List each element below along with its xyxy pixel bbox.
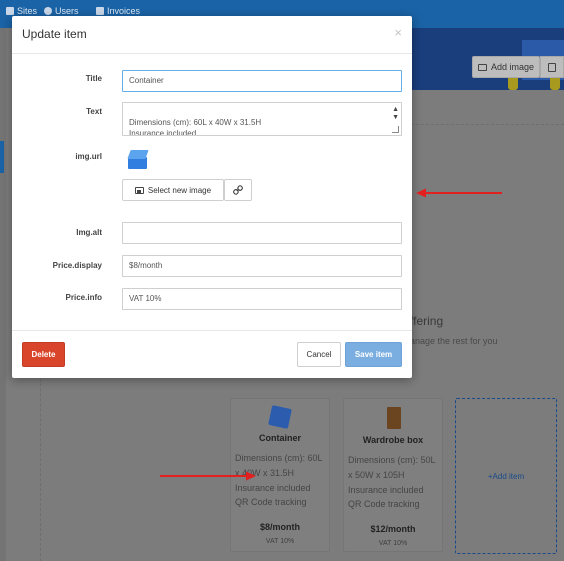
sidebar bbox=[0, 28, 6, 561]
price-info-label: Price.info bbox=[65, 293, 102, 302]
text-textarea[interactable]: Dimensions (cm): 60L x 40W x 31.5H Insur… bbox=[122, 102, 402, 136]
cube-icon bbox=[6, 7, 14, 15]
card-price-info: VAT 10% bbox=[265, 538, 295, 546]
image-icon bbox=[477, 63, 487, 71]
section-heading: ffering bbox=[410, 314, 444, 328]
container-image-preview bbox=[127, 150, 149, 170]
title-label: Title bbox=[85, 74, 102, 83]
close-icon[interactable]: × bbox=[394, 25, 402, 40]
add-item-button[interactable]: +Add item bbox=[455, 398, 557, 554]
text-label: Text bbox=[86, 107, 102, 116]
add-image-label: Add image bbox=[490, 62, 535, 72]
edit-icon bbox=[548, 62, 556, 72]
cancel-button[interactable]: Cancel bbox=[297, 342, 341, 367]
resize-handle-icon[interactable] bbox=[392, 126, 399, 133]
document-icon bbox=[96, 7, 104, 15]
sidebar-active-marker bbox=[0, 141, 4, 173]
link-button[interactable] bbox=[224, 179, 252, 201]
annotation-arrow-card-description bbox=[160, 471, 256, 481]
card-price: $12/month bbox=[370, 524, 416, 535]
nav-item-label: Sites bbox=[17, 6, 38, 16]
nav-item-invoices[interactable]: Invoices bbox=[96, 6, 140, 16]
select-new-image-button[interactable]: Select new image bbox=[122, 179, 224, 201]
section-subheading: anage the rest for you bbox=[410, 336, 498, 346]
nav-item-users[interactable]: Users bbox=[44, 6, 79, 16]
nav-item-sites[interactable]: Sites bbox=[6, 6, 37, 16]
price-display-input[interactable]: $8/month bbox=[122, 255, 402, 277]
modal-title: Update item bbox=[22, 27, 87, 41]
add-item-label: +Add item bbox=[487, 471, 525, 481]
price-info-input[interactable]: VAT 10% bbox=[122, 288, 402, 310]
save-item-button[interactable]: Save item bbox=[345, 342, 402, 367]
nav-item-label: Invoices bbox=[107, 6, 141, 16]
product-card-wardrobe[interactable]: Wardrobe box Dimensions (cm): 50L x 50W … bbox=[343, 398, 443, 552]
delete-button[interactable]: Delete bbox=[22, 342, 65, 367]
card-description: Dimensions (cm): 50L x 50W x 105H Insura… bbox=[348, 455, 436, 510]
update-item-modal: Update item × Title Container Text Dimen… bbox=[12, 16, 412, 378]
img-alt-input[interactable] bbox=[122, 222, 402, 244]
user-icon bbox=[44, 7, 52, 15]
modal-footer: Delete Cancel Save item bbox=[12, 330, 412, 378]
title-input[interactable]: Container bbox=[122, 70, 402, 92]
price-display-label: Price.display bbox=[52, 261, 102, 270]
card-title: Wardrobe box bbox=[362, 435, 424, 445]
container-box-icon bbox=[268, 405, 292, 429]
banner-edit-button[interactable] bbox=[540, 56, 564, 78]
modal-header: Update item × bbox=[12, 16, 412, 54]
wardrobe-box-icon bbox=[387, 407, 401, 429]
annotation-arrow-image-picker bbox=[416, 188, 502, 198]
card-price: $8/month bbox=[259, 522, 300, 533]
card-price-info: VAT 10% bbox=[378, 540, 408, 548]
add-image-button[interactable]: Add image bbox=[472, 56, 540, 78]
select-new-image-label: Select new image bbox=[147, 185, 212, 195]
textarea-scroll-arrows-icon[interactable]: ▲ ▼ bbox=[392, 106, 399, 122]
link-icon bbox=[233, 185, 243, 195]
img-alt-label: Img.alt bbox=[76, 228, 102, 237]
nav-item-label: Users bbox=[55, 6, 79, 16]
img-url-label: img.url bbox=[75, 152, 102, 161]
image-icon bbox=[134, 186, 144, 194]
text-textarea-value: Dimensions (cm): 60L x 40W x 31.5H Insur… bbox=[129, 118, 262, 136]
cube-top-shape bbox=[127, 150, 149, 159]
card-title: Container bbox=[258, 433, 301, 443]
